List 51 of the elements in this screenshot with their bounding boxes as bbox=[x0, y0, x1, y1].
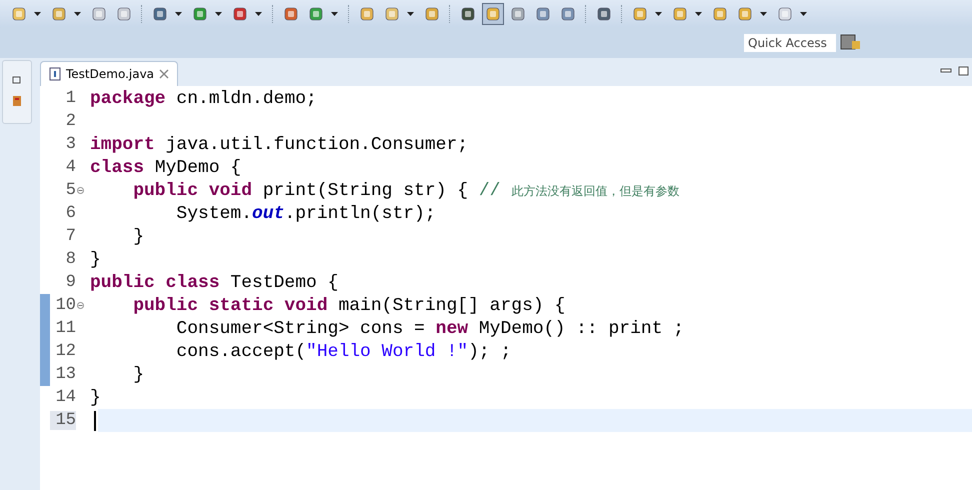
code-line: public void print(String str) { // 此方法没有返回值，但是有参数 bbox=[132, 180, 680, 200]
text-cursor bbox=[94, 410, 96, 430]
line-number: 15 bbox=[50, 411, 76, 430]
maximize-icon[interactable] bbox=[958, 66, 970, 76]
line-number: 13 bbox=[54, 365, 76, 384]
code-line: public class TestDemo { bbox=[90, 272, 338, 292]
caret-icon[interactable] bbox=[74, 12, 81, 16]
caret-icon[interactable] bbox=[331, 12, 338, 16]
code-line: class MyDemo { bbox=[90, 158, 242, 178]
code-line: public static void main(String[] args) { bbox=[132, 296, 566, 316]
line-number: 9 bbox=[64, 273, 76, 292]
code-line: } bbox=[132, 364, 144, 384]
line-number: 2 bbox=[64, 112, 76, 131]
editor-tab[interactable]: TestDemo.java bbox=[40, 61, 178, 86]
minimize-icon[interactable] bbox=[940, 66, 952, 74]
code-line: Consumer<String> cons = new MyDemo() :: print ; bbox=[175, 318, 684, 338]
line-number: 11 bbox=[54, 319, 76, 338]
code-line: } bbox=[90, 388, 101, 408]
restore-icon[interactable] bbox=[12, 75, 22, 85]
line-number: 14 bbox=[54, 388, 76, 407]
line-number: 12 bbox=[54, 342, 76, 361]
line-number: 1 bbox=[64, 89, 76, 108]
code-line: } bbox=[132, 226, 144, 246]
line-number: 8 bbox=[64, 250, 76, 269]
outline-icon[interactable] bbox=[12, 95, 22, 107]
line-number: 5 bbox=[64, 181, 76, 200]
caret-icon[interactable] bbox=[34, 12, 41, 16]
caret-icon[interactable] bbox=[655, 12, 662, 16]
quick-access-field[interactable]: Quick Access bbox=[744, 34, 836, 52]
tab-label: TestDemo.java bbox=[66, 67, 154, 81]
caret-icon[interactable] bbox=[215, 12, 222, 16]
close-icon[interactable] bbox=[159, 69, 170, 79]
fold-icon[interactable] bbox=[77, 187, 84, 194]
java-file-icon bbox=[49, 67, 61, 81]
caret-icon[interactable] bbox=[800, 12, 807, 16]
code-line: import java.util.function.Consumer; bbox=[90, 134, 468, 154]
line-number: 10 bbox=[54, 296, 76, 315]
line-number: 7 bbox=[64, 227, 76, 246]
line-number: 6 bbox=[64, 204, 76, 223]
caret-icon[interactable] bbox=[760, 12, 767, 16]
line-number: 3 bbox=[64, 135, 76, 154]
caret-icon[interactable] bbox=[175, 12, 182, 16]
code-line: System.out.println(str); bbox=[175, 204, 436, 224]
code-line: } bbox=[90, 250, 101, 270]
code-line: package cn.mldn.demo; bbox=[90, 88, 317, 108]
fold-icon[interactable] bbox=[77, 302, 84, 309]
caret-icon[interactable] bbox=[407, 12, 414, 16]
line-number: 4 bbox=[64, 158, 76, 177]
caret-icon[interactable] bbox=[255, 12, 262, 16]
caret-icon[interactable] bbox=[695, 12, 702, 16]
code-line: cons.accept("Hello World !"); ; bbox=[175, 342, 512, 362]
